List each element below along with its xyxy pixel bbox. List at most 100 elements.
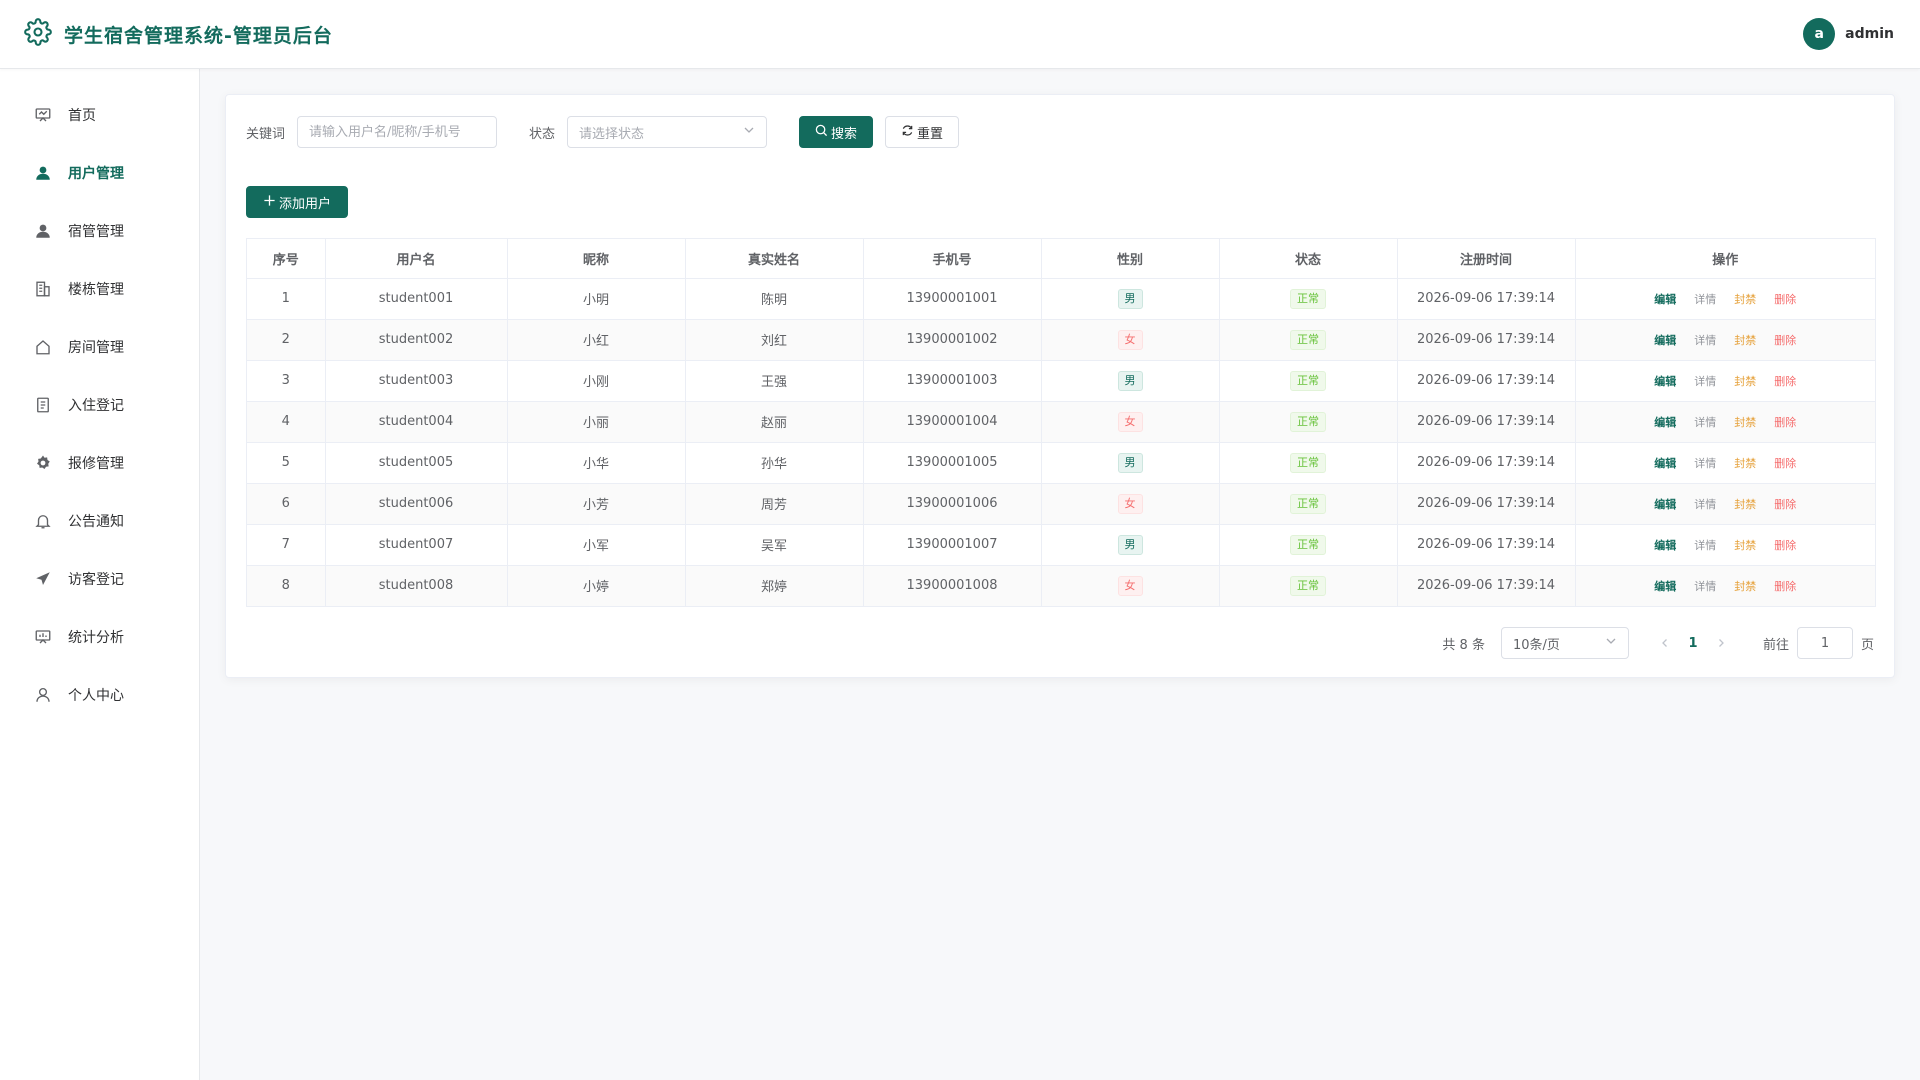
detail-link[interactable]: 详情 [1694, 537, 1716, 553]
bell-icon [34, 512, 52, 530]
ban-link[interactable]: 封禁 [1734, 291, 1756, 307]
next-page-button[interactable] [1709, 631, 1733, 655]
cell-registered: 2026-09-06 17:39:14 [1397, 524, 1576, 566]
delete-link[interactable]: 删除 [1774, 578, 1796, 594]
gender-tag: 男 [1117, 288, 1143, 309]
ban-link[interactable]: 封禁 [1734, 414, 1756, 430]
delete-link[interactable]: 删除 [1774, 291, 1796, 307]
user-menu[interactable]: a admin [1803, 18, 1894, 50]
cell-phone: 13900001005 [863, 442, 1042, 484]
sidebar-item-rooms[interactable]: 房间管理 [0, 318, 199, 376]
status-badge: 正常 [1290, 534, 1326, 555]
goto-label: 前往 [1762, 637, 1789, 653]
cell-gender: 男 [1041, 360, 1220, 402]
page-size-select[interactable]: 10条/页 [1500, 627, 1629, 659]
cell-status: 正常 [1219, 442, 1398, 484]
gender-tag: 女 [1117, 411, 1143, 432]
prev-page-button[interactable] [1653, 631, 1677, 655]
status-badge: 正常 [1290, 288, 1326, 309]
ban-link[interactable]: 封禁 [1734, 578, 1756, 594]
ban-link[interactable]: 封禁 [1734, 496, 1756, 512]
search-icon [815, 124, 828, 141]
cell-nickname: 小军 [507, 524, 686, 566]
delete-link[interactable]: 删除 [1774, 537, 1796, 553]
detail-link[interactable]: 详情 [1694, 578, 1716, 594]
edit-link[interactable]: 编辑 [1654, 455, 1676, 471]
cell-ops: 编辑 详情 封禁 删除 [1575, 278, 1875, 320]
sidebar-item-users[interactable]: 用户管理 [0, 144, 199, 202]
column-header: 用户名 [325, 239, 508, 279]
user-management-card: 关键词 状态 请选择状态 搜索 重置 添加用户 [225, 94, 1895, 678]
sidebar-item-checkin[interactable]: 入住登记 [0, 376, 199, 434]
cell-ops: 编辑 详情 封禁 删除 [1575, 442, 1875, 484]
page-number-current[interactable]: 1 [1685, 636, 1701, 651]
status-select[interactable]: 请选择状态 [567, 116, 768, 148]
table-row: 4 student004 小丽 赵丽 13900001004 女 正常 2026… [247, 401, 1875, 443]
cell-phone: 13900001003 [863, 360, 1042, 402]
ban-link[interactable]: 封禁 [1734, 537, 1756, 553]
delete-link[interactable]: 删除 [1774, 373, 1796, 389]
status-label: 状态 [529, 126, 556, 142]
add-user-button[interactable]: 添加用户 [246, 186, 348, 218]
edit-link[interactable]: 编辑 [1654, 291, 1676, 307]
detail-link[interactable]: 详情 [1694, 455, 1716, 471]
cell-index: 4 [247, 401, 326, 443]
avatar[interactable]: a [1803, 18, 1836, 50]
sidebar-item-label: 统计分析 [68, 630, 124, 646]
page-size-value: 10条/页 [1512, 637, 1560, 653]
column-header: 注册时间 [1397, 239, 1576, 279]
reset-button[interactable]: 重置 [885, 116, 960, 148]
cell-index: 2 [247, 319, 326, 361]
edit-link[interactable]: 编辑 [1654, 414, 1676, 430]
sidebar-item-repairs[interactable]: 报修管理 [0, 434, 199, 492]
user-icon [34, 222, 52, 240]
edit-link[interactable]: 编辑 [1654, 537, 1676, 553]
sidebar-item-notices[interactable]: 公告通知 [0, 492, 199, 550]
username[interactable]: admin [1845, 26, 1894, 42]
cell-index: 7 [247, 524, 326, 566]
ban-link[interactable]: 封禁 [1734, 332, 1756, 348]
ban-link[interactable]: 封禁 [1734, 373, 1756, 389]
cell-phone: 13900001008 [863, 565, 1042, 607]
cell-username: student007 [325, 524, 508, 566]
cell-ops: 编辑 详情 封禁 删除 [1575, 319, 1875, 361]
sidebar-item-statistics[interactable]: 统计分析 [0, 608, 199, 666]
cell-status: 正常 [1219, 319, 1398, 361]
sidebar-item-buildings[interactable]: 楼栋管理 [0, 260, 199, 318]
delete-link[interactable]: 删除 [1774, 455, 1796, 471]
sidebar-item-home[interactable]: 首页 [0, 86, 199, 144]
search-button[interactable]: 搜索 [799, 116, 874, 148]
cell-gender: 男 [1041, 278, 1220, 320]
cell-registered: 2026-09-06 17:39:14 [1397, 278, 1576, 320]
sidebar-item-dorm-managers[interactable]: 宿管管理 [0, 202, 199, 260]
cell-nickname: 小明 [507, 278, 686, 320]
detail-link[interactable]: 详情 [1694, 496, 1716, 512]
keyword-label: 关键词 [246, 126, 286, 142]
edit-link[interactable]: 编辑 [1654, 496, 1676, 512]
cell-status: 正常 [1219, 524, 1398, 566]
cell-realname: 吴军 [685, 524, 864, 566]
ban-link[interactable]: 封禁 [1734, 455, 1756, 471]
detail-link[interactable]: 详情 [1694, 373, 1716, 389]
delete-link[interactable]: 删除 [1774, 496, 1796, 512]
gender-tag: 男 [1117, 534, 1143, 555]
edit-link[interactable]: 编辑 [1654, 578, 1676, 594]
sidebar-item-label: 用户管理 [68, 166, 124, 182]
detail-link[interactable]: 详情 [1694, 414, 1716, 430]
sidebar-item-profile[interactable]: 个人中心 [0, 666, 199, 724]
cell-phone: 13900001004 [863, 401, 1042, 443]
cell-nickname: 小婷 [507, 565, 686, 607]
sidebar: 首页 用户管理 宿管管理 楼栋管理 房间管理 入住登记 报修管理 公告通知 访客… [0, 69, 200, 1080]
goto-page-input[interactable] [1796, 627, 1853, 659]
delete-link[interactable]: 删除 [1774, 414, 1796, 430]
brand[interactable]: 学生宿舍管理系统-管理员后台 [24, 18, 333, 50]
detail-link[interactable]: 详情 [1694, 332, 1716, 348]
sidebar-item-label: 入住登记 [68, 398, 124, 414]
keyword-input[interactable] [297, 116, 498, 148]
cell-registered: 2026-09-06 17:39:14 [1397, 442, 1576, 484]
delete-link[interactable]: 删除 [1774, 332, 1796, 348]
edit-link[interactable]: 编辑 [1654, 332, 1676, 348]
sidebar-item-visitors[interactable]: 访客登记 [0, 550, 199, 608]
edit-link[interactable]: 编辑 [1654, 373, 1676, 389]
detail-link[interactable]: 详情 [1694, 291, 1716, 307]
